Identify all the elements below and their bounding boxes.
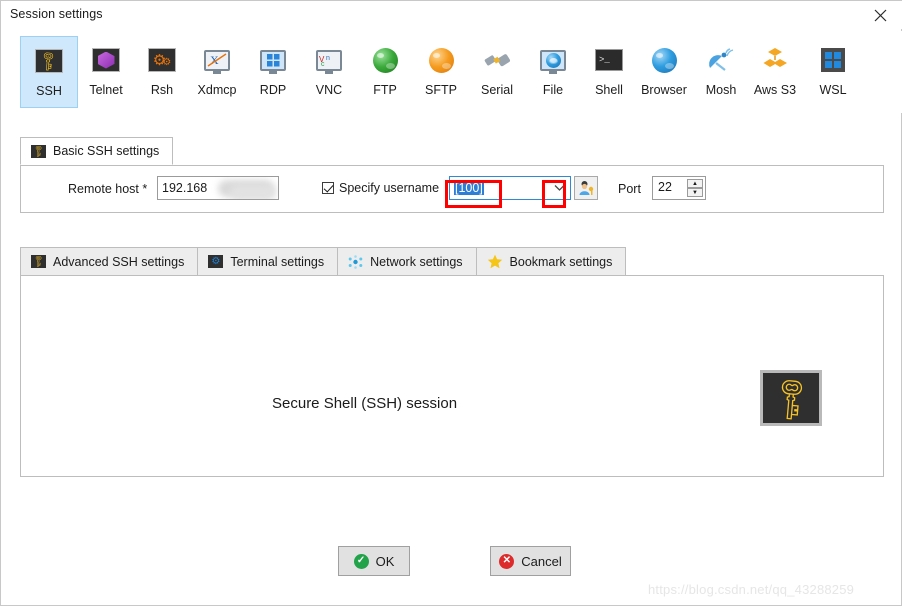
protocol-toolbar: 🗝 SSH Telnet ⚙ ⚙ Rsh X Xdmcp RDP V n c V… (1, 31, 902, 113)
key-icon: 🗝 (30, 143, 46, 159)
tab-label: Terminal settings (230, 254, 325, 269)
browser-globe-icon (648, 44, 680, 76)
protocol-item-rdp[interactable]: RDP (244, 36, 302, 108)
port-input[interactable]: 22 ▲ ▼ (652, 176, 706, 200)
telnet-cube-icon (90, 44, 122, 76)
protocol-label: RDP (259, 83, 287, 97)
close-button[interactable] (857, 1, 902, 29)
protocol-label: VNC (315, 83, 343, 97)
cancel-label: Cancel (521, 553, 562, 569)
protocol-label: File (542, 83, 564, 97)
session-content-panel: Secure Shell (SSH) session 🗝 (20, 275, 884, 477)
tab-label: Network settings (370, 254, 463, 269)
remote-host-input[interactable]: 192.168 (157, 176, 279, 200)
key-icon: 🗝 (30, 253, 46, 269)
protocol-item-shell[interactable]: >_ Shell (580, 36, 638, 108)
close-icon (874, 9, 886, 21)
tab-bookmark-settings[interactable]: Bookmark settings (475, 247, 627, 275)
checkbox-box (322, 182, 334, 194)
ok-button[interactable]: ✓ OK (338, 546, 410, 576)
protocol-item-wsl[interactable]: WSL (804, 36, 862, 108)
tab-basic-ssh-settings[interactable]: 🗝 Basic SSH settings (20, 137, 174, 165)
protocol-label: SSH (36, 84, 62, 98)
protocol-label: Telnet (89, 83, 123, 97)
username-value: [100] (454, 181, 484, 195)
port-label: Port (618, 182, 641, 196)
basic-settings-panel: Remote host * 192.168 Specify username [… (20, 165, 884, 213)
mosh-satellite-icon (705, 44, 737, 76)
redacted-host-mask-2 (230, 185, 276, 199)
shell-terminal-icon: >_ (593, 44, 625, 76)
rsh-gears-icon: ⚙ ⚙ (146, 44, 178, 76)
network-icon (348, 254, 363, 269)
ssh-key-icon: 🗝 (35, 48, 63, 74)
protocol-item-rsh[interactable]: ⚙ ⚙ Rsh (133, 36, 191, 108)
check-circle-icon: ✓ (353, 553, 369, 569)
xdmcp-monitor-icon: X (201, 44, 233, 76)
protocol-item-sftp[interactable]: SFTP (412, 36, 470, 108)
protocol-label: Xdmcp (197, 83, 237, 97)
tab-label: Advanced SSH settings (53, 254, 185, 269)
basic-tab-strip: 🗝 Basic SSH settings (20, 137, 174, 165)
protocol-item-browser[interactable]: Browser (635, 36, 693, 108)
svg-text:c: c (321, 61, 325, 67)
rdp-monitor-icon (257, 44, 289, 76)
remote-host-label: Remote host * (68, 182, 148, 196)
protocol-item-aws-s3[interactable]: Aws S3 (746, 36, 804, 108)
tab-terminal-settings[interactable]: ⚙ Terminal settings (197, 247, 339, 275)
specify-username-label: Specify username (339, 181, 440, 195)
protocol-label: FTP (373, 83, 397, 97)
big-key-icon: 🗝 (760, 370, 822, 426)
remote-host-value: 192.168 (162, 181, 208, 195)
tab-label: Bookmark settings (509, 254, 613, 269)
file-monitor-icon (537, 44, 569, 76)
ftp-globe-icon (369, 44, 401, 76)
protocol-label: Browser (641, 83, 687, 97)
protocol-label: Serial (481, 83, 513, 97)
window-title: Session settings (10, 7, 103, 21)
session-description: Secure Shell (SSH) session (272, 395, 458, 412)
wsl-windows-icon (817, 44, 849, 76)
protocol-item-mosh[interactable]: Mosh (692, 36, 750, 108)
chevron-down-icon[interactable] (548, 177, 570, 199)
tab-label: Basic SSH settings (53, 144, 160, 158)
gear-icon: ⚙ (208, 255, 224, 268)
serial-plug-icon (481, 44, 513, 76)
svg-text:n: n (326, 55, 330, 62)
tab-advanced-ssh-settings[interactable]: 🗝 Advanced SSH settings (20, 247, 199, 275)
protocol-label: WSL (819, 83, 847, 97)
protocol-label: Aws S3 (753, 83, 797, 97)
port-value: 22 (658, 180, 672, 194)
tab-network-settings[interactable]: Network settings (337, 247, 477, 275)
ok-label: OK (375, 553, 395, 569)
protocol-item-serial[interactable]: Serial (468, 36, 526, 108)
protocol-item-ssh[interactable]: 🗝 SSH (20, 36, 78, 108)
session-settings-dialog: Session settings 🗝 SSH Telnet ⚙ ⚙ Rsh X … (0, 0, 902, 606)
port-spinner[interactable]: ▲ ▼ (687, 179, 703, 197)
username-combobox[interactable]: [100] (449, 176, 571, 200)
aws-s3-cubes-icon (759, 44, 791, 76)
spin-up-icon[interactable]: ▲ (687, 179, 703, 188)
protocol-item-xdmcp[interactable]: X Xdmcp (188, 36, 246, 108)
protocol-label: SFTP (425, 83, 457, 97)
protocol-label: Rsh (150, 83, 174, 97)
select-user-button[interactable] (574, 176, 598, 200)
specify-username-checkbox[interactable]: Specify username (322, 181, 439, 195)
protocol-label: Shell (595, 83, 623, 97)
protocol-item-vnc[interactable]: Vnc VNC (300, 36, 358, 108)
protocol-item-telnet[interactable]: Telnet (77, 36, 135, 108)
protocol-label: Mosh (705, 83, 737, 97)
settings-tab-strip: 🗝 Advanced SSH settings ⚙ Terminal setti… (20, 247, 627, 275)
star-icon (487, 254, 503, 269)
title-bar: Session settings (1, 1, 902, 29)
vnc-monitor-icon: Vnc (313, 44, 345, 76)
user-key-icon (579, 181, 594, 195)
sftp-globe-icon (425, 44, 457, 76)
protocol-item-ftp[interactable]: FTP (356, 36, 414, 108)
x-circle-icon: ✕ (499, 553, 515, 569)
protocol-item-file[interactable]: File (524, 36, 582, 108)
watermark: https://blog.csdn.net/qq_43288259 (648, 582, 855, 597)
cancel-button[interactable]: ✕ Cancel (490, 546, 571, 576)
spin-down-icon[interactable]: ▼ (687, 188, 703, 197)
